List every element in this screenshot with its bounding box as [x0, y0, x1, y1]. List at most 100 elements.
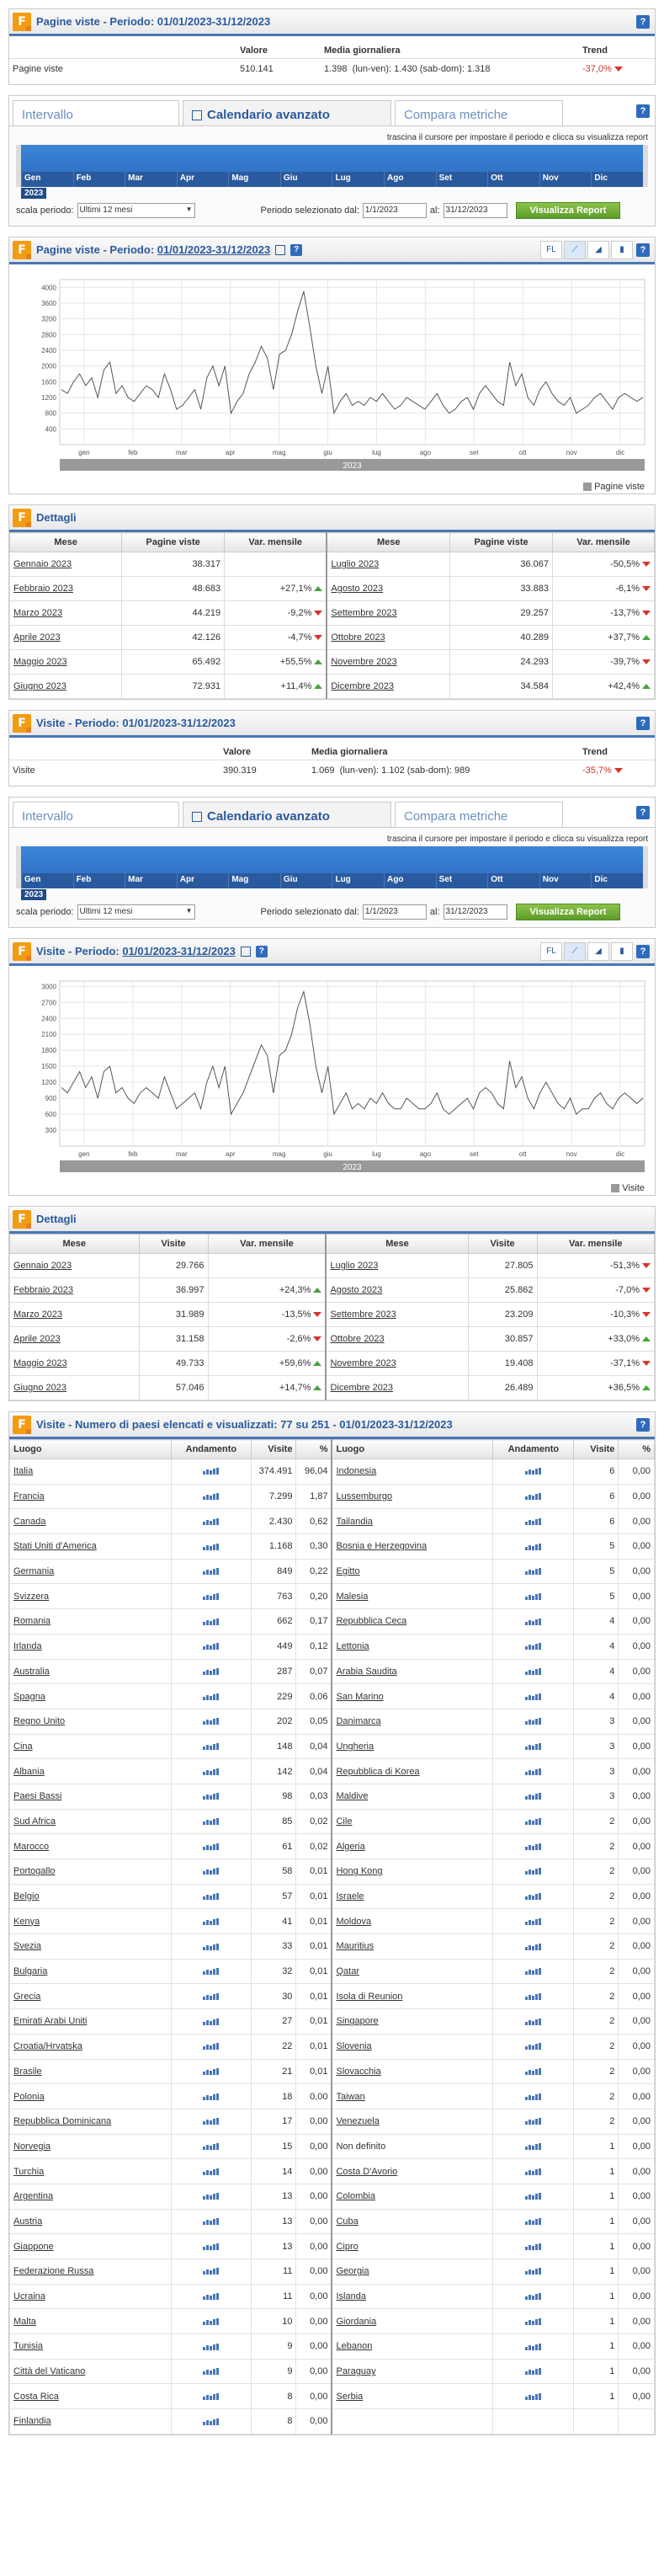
country-link[interactable]: Brasile: [13, 2067, 42, 2077]
country-link[interactable]: Singapore: [336, 2016, 378, 2026]
visualizza-report-button[interactable]: Visualizza Report: [515, 202, 621, 219]
timeline-month[interactable]: Feb: [72, 873, 125, 888]
timeline-month[interactable]: Giu: [279, 172, 332, 187]
timeline-month[interactable]: Dic: [591, 873, 643, 888]
date-to-input[interactable]: 31/12/2023: [443, 203, 507, 218]
fl-toggle-button[interactable]: FL: [540, 241, 562, 259]
country-link[interactable]: Cuba: [336, 2216, 358, 2227]
country-link[interactable]: Emirati Arabi Uniti: [13, 2016, 87, 2026]
country-link[interactable]: Georgia: [336, 2266, 369, 2276]
country-link[interactable]: Qatar: [336, 1966, 359, 1976]
tab-compara-metriche[interactable]: Compara metriche: [395, 100, 563, 125]
month-link[interactable]: Giugno 2023: [13, 681, 66, 691]
column-header[interactable]: %: [295, 1439, 332, 1459]
help-icon[interactable]: ?: [290, 243, 303, 256]
sparkline-icon[interactable]: [202, 2218, 220, 2226]
country-link[interactable]: Turchia: [13, 2167, 44, 2177]
country-link[interactable]: Grecia: [13, 1992, 40, 2002]
country-link[interactable]: Costa Rica: [13, 2392, 59, 2402]
country-link[interactable]: Portogallo: [13, 1866, 56, 1876]
area-chart-icon[interactable]: ◢: [587, 241, 609, 259]
country-link[interactable]: Taiwan: [336, 2092, 364, 2102]
country-link[interactable]: Finlandia: [13, 2416, 51, 2426]
sparkline-icon[interactable]: [202, 1667, 220, 1675]
help-icon[interactable]: ?: [636, 806, 650, 819]
country-link[interactable]: Maldive: [336, 1791, 368, 1801]
sparkline-icon[interactable]: [202, 2243, 220, 2250]
month-link[interactable]: Febbraio 2023: [13, 1285, 73, 1295]
sparkline-icon[interactable]: [524, 2368, 542, 2376]
country-link[interactable]: Paesi Bassi: [13, 1791, 61, 1801]
help-icon[interactable]: ?: [636, 243, 650, 257]
month-link[interactable]: Novembre 2023: [330, 1358, 396, 1368]
sparkline-icon[interactable]: [524, 1693, 542, 1700]
month-link[interactable]: Novembre 2023: [331, 657, 396, 667]
area-chart-icon[interactable]: ◢: [587, 942, 609, 961]
sparkline-icon[interactable]: [202, 1843, 220, 1850]
country-link[interactable]: Isola di Reunion: [336, 1992, 402, 2002]
timeline-slider[interactable]: Gen Feb Mar Apr Mag Giu Lug Ago Set Ott …: [16, 846, 648, 900]
line-chart-icon[interactable]: ⟋: [564, 942, 586, 961]
sparkline-icon[interactable]: [202, 1968, 220, 1976]
sparkline-icon[interactable]: [524, 2317, 542, 2325]
sparkline-icon[interactable]: [202, 1992, 220, 2000]
month-link[interactable]: Ottobre 2023: [330, 1334, 384, 1344]
sparkline-icon[interactable]: [524, 2268, 542, 2275]
tab-compara-metriche[interactable]: Compara metriche: [395, 802, 563, 827]
timeline-month[interactable]: Nov: [539, 172, 592, 187]
country-link[interactable]: Irlanda: [13, 1641, 42, 1651]
month-link[interactable]: Gennaio 2023: [13, 1261, 72, 1271]
sparkline-icon[interactable]: [202, 2193, 220, 2200]
line-chart-icon[interactable]: ⟋: [564, 241, 586, 259]
country-link[interactable]: Giappone: [13, 2242, 54, 2252]
timeline-month[interactable]: Lug: [332, 873, 384, 888]
sparkline-icon[interactable]: [202, 2418, 220, 2425]
sparkline-icon[interactable]: [524, 1943, 542, 1950]
column-header[interactable]: Visite: [573, 1439, 619, 1459]
country-link[interactable]: Lettonia: [336, 1641, 369, 1651]
sparkline-icon[interactable]: [524, 1893, 542, 1901]
sparkline-icon[interactable]: [524, 2293, 542, 2301]
sparkline-icon[interactable]: [202, 2317, 220, 2325]
sparkline-icon[interactable]: [202, 1818, 220, 1826]
sparkline-icon[interactable]: [202, 2168, 220, 2175]
tab-intervallo[interactable]: Intervallo: [13, 100, 179, 125]
help-icon[interactable]: ?: [636, 717, 650, 730]
timeline-month[interactable]: Ago: [384, 172, 436, 187]
country-link[interactable]: Tunisia: [13, 2341, 43, 2351]
country-link[interactable]: Australia: [13, 1667, 50, 1677]
month-link[interactable]: Aprile 2023: [13, 1334, 61, 1344]
sparkline-icon[interactable]: [202, 1693, 220, 1700]
country-link[interactable]: Mauritius: [336, 1941, 374, 1951]
tab-intervallo[interactable]: Intervallo: [13, 802, 179, 827]
fl-toggle-button[interactable]: FL: [540, 942, 562, 961]
country-link[interactable]: Malta: [13, 2317, 36, 2327]
sparkline-icon[interactable]: [524, 1743, 542, 1750]
month-link[interactable]: Agosto 2023: [330, 1285, 382, 1295]
timeline-month[interactable]: Dic: [591, 172, 643, 187]
timeline-month[interactable]: Ago: [384, 873, 436, 888]
sparkline-icon[interactable]: [524, 2193, 542, 2200]
calendar-icon[interactable]: [275, 244, 286, 255]
sparkline-icon[interactable]: [202, 1517, 220, 1525]
timeline-month[interactable]: Ott: [487, 873, 539, 888]
country-link[interactable]: Tailandia: [336, 1517, 372, 1527]
column-header[interactable]: %: [618, 1439, 655, 1459]
month-link[interactable]: Agosto 2023: [331, 584, 383, 594]
sparkline-icon[interactable]: [202, 1468, 220, 1475]
month-link[interactable]: Settembre 2023: [330, 1309, 396, 1320]
country-link[interactable]: Città del Vaticano: [13, 2366, 85, 2376]
sparkline-icon[interactable]: [524, 1592, 542, 1600]
country-link[interactable]: Svezia: [13, 1941, 41, 1951]
country-link[interactable]: Spagna: [13, 1692, 45, 1702]
sparkline-icon[interactable]: [202, 2067, 220, 2075]
month-link[interactable]: Marzo 2023: [13, 608, 62, 618]
country-link[interactable]: Sud Africa: [13, 1816, 56, 1827]
country-link[interactable]: Repubblica Ceca: [336, 1616, 406, 1626]
scala-select[interactable]: Ultimi 12 mesi: [77, 203, 195, 218]
country-link[interactable]: Ucraina: [13, 2291, 45, 2301]
country-link[interactable]: Croatia/Hrvatska: [13, 2041, 82, 2051]
month-link[interactable]: Gennaio 2023: [13, 559, 72, 569]
sparkline-icon[interactable]: [202, 2093, 220, 2100]
sparkline-icon[interactable]: [202, 2343, 220, 2350]
